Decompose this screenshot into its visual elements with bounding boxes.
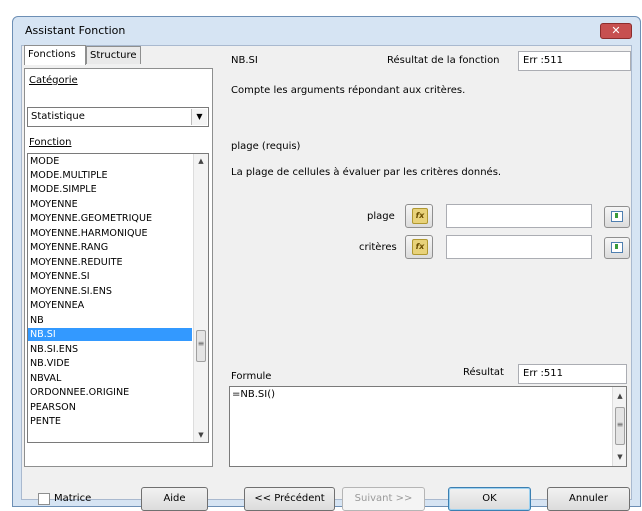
list-item[interactable]: MODE.MULTIPLE <box>28 169 192 182</box>
function-list-scrollbar[interactable]: ▲ ≡ ▼ <box>193 154 208 442</box>
close-button[interactable]: ✕ <box>600 23 632 39</box>
category-dropdown[interactable]: Statistique ▼ <box>27 107 209 127</box>
scroll-thumb[interactable]: ≡ <box>615 407 625 445</box>
argument-label-plage: plage <box>367 211 395 222</box>
dialog-body: Fonctions Structure Catégorie Statistiqu… <box>21 45 632 511</box>
function-icon: fx <box>412 208 428 224</box>
function-name: NB.SI <box>231 55 258 66</box>
matrix-label[interactable]: Matrice <box>54 493 91 504</box>
argument-input-plage[interactable] <box>446 204 592 228</box>
function-label: Fonction <box>29 137 72 148</box>
list-item[interactable]: MOYENNE.HARMONIQUE <box>28 227 192 240</box>
list-item[interactable]: NB <box>28 314 192 327</box>
previous-button[interactable]: << Précédent <box>244 487 335 511</box>
result-field: Err :511 <box>518 364 627 384</box>
list-item[interactable]: MOYENNE.SI <box>28 270 192 283</box>
function-description: Compte les arguments répondant aux critè… <box>231 85 466 96</box>
grip-icon: ≡ <box>197 339 205 348</box>
list-item[interactable]: MODE <box>28 155 192 168</box>
function-list[interactable]: MODE MODE.MULTIPLE MODE.SIMPLE MOYENNE M… <box>27 153 209 443</box>
argument-title: plage (requis) <box>231 141 301 152</box>
category-label: Catégorie <box>29 75 78 86</box>
function-wizard-dialog: Assistant Fonction ✕ Fonctions Structure… <box>12 16 641 511</box>
function-result-field: Err :511 <box>518 51 631 71</box>
list-item[interactable]: MODE.SIMPLE <box>28 183 192 196</box>
help-button[interactable]: Aide <box>141 487 208 511</box>
scroll-up-icon[interactable]: ▲ <box>194 154 208 168</box>
list-item[interactable]: MOYENNE.SI.ENS <box>28 285 192 298</box>
list-item[interactable]: PEARSON <box>28 401 192 414</box>
dropdown-arrow-icon[interactable]: ▼ <box>191 109 207 125</box>
list-item[interactable]: NB.SI.ENS <box>28 343 192 356</box>
category-value: Statistique <box>31 111 85 122</box>
next-button[interactable]: Suivant >> <box>342 487 425 511</box>
list-item[interactable]: MOYENNE.REDUITE <box>28 256 192 269</box>
fx-button-criteres[interactable]: fx <box>405 235 433 259</box>
fx-button-plage[interactable]: fx <box>405 204 433 228</box>
shrink-icon <box>611 211 623 222</box>
functions-panel: Catégorie Statistique ▼ Fonction MODE MO… <box>24 68 213 467</box>
matrix-checkbox[interactable] <box>38 493 50 505</box>
list-item[interactable]: MOYENNE <box>28 198 192 211</box>
function-icon: fx <box>412 239 428 255</box>
cancel-button[interactable]: Annuler <box>547 487 630 511</box>
argument-input-criteres[interactable] <box>446 235 592 259</box>
dialog-title: Assistant Fonction <box>25 24 126 37</box>
list-item[interactable]: MOYENNE.GEOMETRIQUE <box>28 212 192 225</box>
formula-editor[interactable]: =NB.SI() ▲ ≡ ▼ <box>229 386 627 467</box>
grip-icon: ≡ <box>616 420 624 429</box>
tab-structure[interactable]: Structure <box>86 46 141 64</box>
argument-description: La plage de cellules à évaluer par les c… <box>231 167 502 178</box>
scroll-down-icon[interactable]: ▼ <box>613 450 627 464</box>
formula-scrollbar[interactable]: ▲ ≡ ▼ <box>612 387 626 466</box>
ok-button[interactable]: OK <box>448 487 531 511</box>
scroll-down-icon[interactable]: ▼ <box>194 428 208 442</box>
title-bar: Assistant Fonction ✕ <box>13 17 640 43</box>
shrink-button-plage[interactable] <box>604 206 630 228</box>
shrink-button-criteres[interactable] <box>604 237 630 259</box>
list-item-selected[interactable]: NB.SI <box>28 328 192 341</box>
list-item[interactable]: NBVAL <box>28 372 192 385</box>
tab-functions[interactable]: Fonctions <box>24 45 86 65</box>
list-item[interactable]: ORDONNEE.ORIGINE <box>28 386 192 399</box>
argument-label-criteres: critères <box>359 242 397 253</box>
list-item[interactable]: PENTE <box>28 415 192 428</box>
list-item[interactable]: MOYENNE.RANG <box>28 241 192 254</box>
list-item[interactable]: MOYENNEA <box>28 299 192 312</box>
result-label: Résultat <box>463 367 504 378</box>
function-result-label: Résultat de la fonction <box>387 55 500 66</box>
scroll-thumb[interactable]: ≡ <box>196 330 206 362</box>
formula-text[interactable]: =NB.SI() <box>232 389 275 400</box>
list-item[interactable]: NB.VIDE <box>28 357 192 370</box>
formula-label: Formule <box>231 371 272 382</box>
shrink-icon <box>611 242 623 253</box>
scroll-up-icon[interactable]: ▲ <box>613 389 627 403</box>
